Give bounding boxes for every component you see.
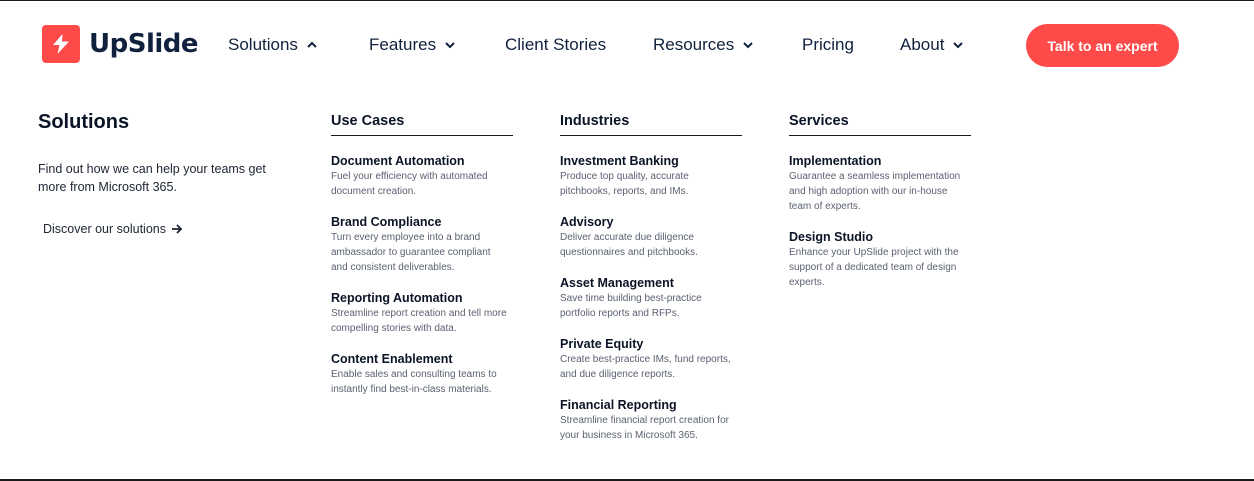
item-title: Reporting Automation bbox=[331, 291, 463, 305]
menu-item-investment-banking[interactable]: Investment Banking Produce top quality, … bbox=[560, 153, 742, 199]
column-heading: Industries bbox=[560, 113, 742, 136]
item-description: Fuel your efficiency with automated docu… bbox=[331, 171, 488, 197]
item-description: Produce top quality, accurate pitchbooks… bbox=[560, 171, 689, 197]
item-description: Enhance your UpSlide project with the su… bbox=[789, 247, 959, 288]
item-title: Financial Reporting bbox=[560, 398, 677, 412]
item-description: Turn every employee into a brand ambassa… bbox=[331, 232, 491, 273]
talk-to-expert-button[interactable]: Talk to an expert bbox=[1026, 24, 1179, 67]
menu-item-document-automation[interactable]: Document Automation Fuel your efficiency… bbox=[331, 153, 513, 199]
menu-title: Solutions bbox=[38, 111, 130, 133]
upslide-logo-icon bbox=[42, 25, 80, 63]
menu-description: Find out how we can help your teams get … bbox=[38, 162, 266, 194]
menu-column-industries: Industries Investment Banking Produce to… bbox=[560, 113, 742, 458]
menu-item-private-equity[interactable]: Private Equity Create best-practice IMs,… bbox=[560, 336, 742, 382]
nav-label: Client Stories bbox=[505, 35, 607, 54]
item-title: Document Automation bbox=[331, 154, 465, 168]
nav-label: Features bbox=[369, 35, 437, 54]
discover-solutions-link[interactable]: Discover our solutions bbox=[43, 222, 183, 236]
nav-label: Pricing bbox=[802, 35, 854, 54]
nav-features[interactable]: Features bbox=[369, 35, 456, 55]
menu-item-brand-compliance[interactable]: Brand Compliance Turn every employee int… bbox=[331, 214, 513, 275]
item-description: Streamline financial report creation for… bbox=[560, 415, 729, 441]
menu-item-design-studio[interactable]: Design Studio Enhance your UpSlide proje… bbox=[789, 229, 971, 290]
item-description: Save time building best-practice portfol… bbox=[560, 293, 702, 319]
item-description: Deliver accurate due diligence questionn… bbox=[560, 232, 698, 258]
item-title: Advisory bbox=[560, 215, 614, 229]
item-title: Design Studio bbox=[789, 230, 874, 244]
item-title: Brand Compliance bbox=[331, 215, 442, 229]
item-title: Asset Management bbox=[560, 276, 674, 290]
item-description: Enable sales and consulting teams to ins… bbox=[331, 369, 497, 395]
chevron-up-icon bbox=[307, 41, 317, 48]
menu-column-services: Services Implementation Guarantee a seam… bbox=[789, 113, 971, 305]
item-title: Private Equity bbox=[560, 337, 644, 351]
nav-resources[interactable]: Resources bbox=[653, 35, 754, 55]
column-heading: Use Cases bbox=[331, 113, 513, 136]
item-description: Guarantee a seamless implementation and … bbox=[789, 171, 961, 212]
brand-name: UpSlide bbox=[89, 29, 199, 59]
nav-label: About bbox=[900, 35, 945, 54]
page-frame: UpSlide Solutions Features Client Storie… bbox=[0, 0, 1254, 481]
nav-label: Solutions bbox=[228, 35, 298, 54]
menu-item-asset-management[interactable]: Asset Management Save time building best… bbox=[560, 275, 742, 321]
item-description: Streamline report creation and tell more… bbox=[331, 308, 507, 334]
item-title: Implementation bbox=[789, 154, 882, 168]
nav-pricing[interactable]: Pricing bbox=[802, 35, 854, 55]
item-title: Investment Banking bbox=[560, 154, 679, 168]
menu-item-financial-reporting[interactable]: Financial Reporting Streamline financial… bbox=[560, 397, 742, 443]
menu-column-use-cases: Use Cases Document Automation Fuel your … bbox=[331, 113, 513, 412]
nav-label: Resources bbox=[653, 35, 735, 54]
arrow-right-icon bbox=[171, 224, 183, 234]
chevron-down-icon bbox=[743, 42, 753, 49]
nav-solutions[interactable]: Solutions bbox=[228, 35, 318, 55]
nav-about[interactable]: About bbox=[900, 35, 964, 55]
menu-item-reporting-automation[interactable]: Reporting Automation Streamline report c… bbox=[331, 290, 513, 336]
column-heading: Services bbox=[789, 113, 971, 136]
item-title: Content Enablement bbox=[331, 352, 453, 366]
chevron-down-icon bbox=[953, 42, 964, 49]
chevron-down-icon bbox=[445, 42, 455, 49]
discover-label: Discover our solutions bbox=[43, 222, 166, 236]
nav-client-stories[interactable]: Client Stories bbox=[505, 35, 606, 55]
brand-logo[interactable]: UpSlide bbox=[42, 25, 199, 63]
menu-item-content-enablement[interactable]: Content Enablement Enable sales and cons… bbox=[331, 351, 513, 397]
menu-intro: Solutions Find out how we can help your … bbox=[38, 111, 288, 196]
item-description: Create best-practice IMs, fund reports, … bbox=[560, 354, 731, 380]
menu-item-advisory[interactable]: Advisory Deliver accurate due diligence … bbox=[560, 214, 742, 260]
menu-item-implementation[interactable]: Implementation Guarantee a seamless impl… bbox=[789, 153, 971, 214]
